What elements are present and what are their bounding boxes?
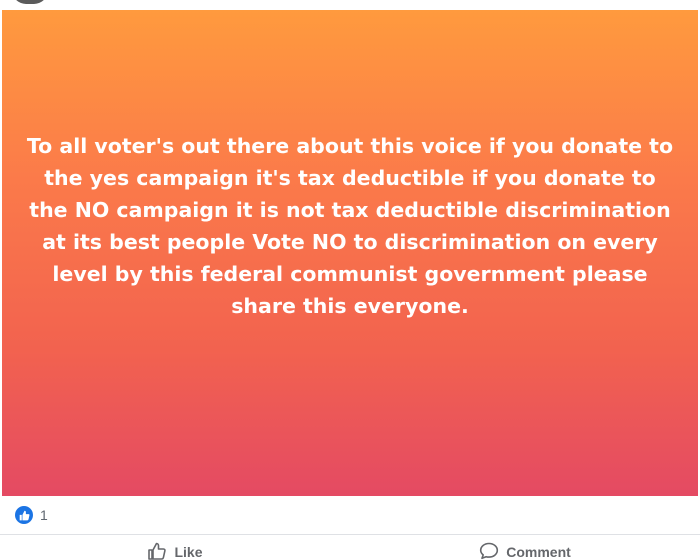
post-actions: Like Comment (0, 535, 700, 560)
reaction-count[interactable]: 1 (40, 507, 48, 523)
post-content: To all voter's out there about this voic… (2, 10, 698, 496)
reactions-summary[interactable]: 1 (0, 496, 700, 535)
avatar[interactable] (12, 0, 48, 4)
comment-label: Comment (506, 544, 571, 560)
like-reaction-icon (15, 506, 33, 524)
like-button[interactable]: Like (0, 535, 350, 560)
post-header-edge (0, 0, 700, 10)
like-label: Like (174, 544, 203, 560)
thumbs-up-icon (147, 542, 167, 560)
post-text: To all voter's out there about this voic… (26, 134, 674, 318)
comment-icon (479, 542, 499, 560)
comment-button[interactable]: Comment (350, 535, 700, 560)
